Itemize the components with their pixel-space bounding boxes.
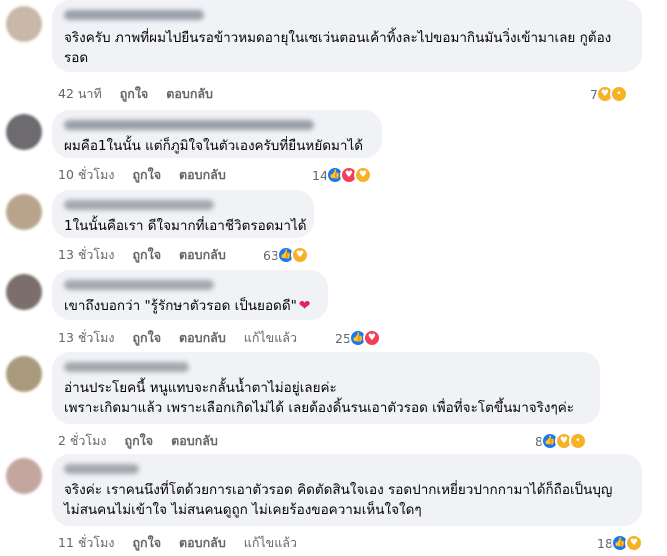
avatar[interactable] xyxy=(6,356,42,392)
care-icon: ♥ xyxy=(624,534,643,552)
comment-text-line: เขาถึงบอกว่า "รู้รักษาตัวรอด เป็นยอดดี" ❤ xyxy=(64,296,316,316)
comment-bubble: 1ในนั้นคือเรา ดีใจมากที่เอาชีวิตรอดมาได้ xyxy=(52,190,314,238)
avatar[interactable] xyxy=(6,114,42,150)
edited-label[interactable]: แก้ไขแล้ว xyxy=(244,328,297,348)
commenter-name-blurred[interactable] xyxy=(64,280,214,290)
reply-button[interactable]: ตอบกลับ xyxy=(179,533,226,553)
comment-bubble: เขาถึงบอกว่า "รู้รักษาตัวรอด เป็นยอดดี" ❤ xyxy=(52,270,328,320)
commenter-name-blurred[interactable] xyxy=(64,362,189,372)
timestamp[interactable]: 13 ชั่วโมง xyxy=(58,245,114,265)
timestamp[interactable]: 2 ชั่วโมง xyxy=(58,431,107,451)
comment-actions: 13 ชั่วโมง ถูกใจ ตอบกลับ xyxy=(58,246,226,264)
comment-bubble: จริงค่ะ เราคนนึงที่โตด้วยการเอาตัวรอด คิ… xyxy=(52,454,642,526)
timestamp[interactable]: 13 ชั่วโมง xyxy=(58,328,114,348)
comment-text-line: 1ในนั้นคือเรา ดีใจมากที่เอาชีวิตรอดมาได้ xyxy=(64,218,307,234)
commenter-name-blurred[interactable] xyxy=(64,200,214,210)
avatar[interactable] xyxy=(6,6,42,42)
sad-icon: • xyxy=(568,432,587,450)
comment-text-line: เพราะเกิดมาแล้ว เพราะเลือกเกิดไม่ได้ เลย… xyxy=(64,400,575,416)
like-button[interactable]: ถูกใจ xyxy=(132,533,161,553)
like-button[interactable]: ถูกใจ xyxy=(132,245,161,265)
edited-label[interactable]: แก้ไขแล้ว xyxy=(244,533,297,553)
timestamp[interactable]: 11 ชั่วโมง xyxy=(58,533,114,553)
comment-actions: 2 ชั่วโมง ถูกใจ ตอบกลับ xyxy=(58,432,218,450)
like-button[interactable]: ถูกใจ xyxy=(120,84,149,104)
like-button[interactable]: ถูกใจ xyxy=(132,165,161,185)
comment-text-line: ไม่สนคนไม่เข้าใจ ไม่สนคนดูถูก ไม่เคยร้อง… xyxy=(64,502,422,518)
avatar[interactable] xyxy=(6,274,42,310)
comment-bubble: จริงครับ ภาพที่ผมไปยืนรอข้าวหมดอายุในเซเ… xyxy=(52,0,642,72)
love-icon: ♥ xyxy=(362,329,381,347)
reaction-summary[interactable]: 63 👍 ♥ xyxy=(263,245,309,265)
reply-button[interactable]: ตอบกลับ xyxy=(179,245,226,265)
heart-icon: ❤ xyxy=(298,298,311,314)
comment-bubble: อ่านประโยคนี้ หนูแทบจะกลั้นน้ำตาไม่อยู่เ… xyxy=(52,352,600,424)
reply-button[interactable]: ตอบกลับ xyxy=(179,165,226,185)
sad-icon: • xyxy=(609,85,628,103)
comment-text-line: รอด xyxy=(64,50,89,66)
reaction-summary[interactable]: 25 👍 ♥ xyxy=(335,328,381,348)
timestamp[interactable]: 42 นาที xyxy=(58,84,102,104)
commenter-name-blurred[interactable] xyxy=(64,120,314,130)
reaction-summary[interactable]: 14 👍 ♥ ♥ xyxy=(312,165,372,185)
comment-text-line: ผมคือ1ในนั้น แต่ก็ภูมิใจในตัวเองครับที่ย… xyxy=(64,138,364,154)
reaction-summary[interactable]: 8 👍 ♥ • xyxy=(535,431,587,451)
avatar[interactable] xyxy=(6,458,42,494)
commenter-name-blurred[interactable] xyxy=(64,464,139,474)
comment-text: เขาถึงบอกว่า "รู้รักษาตัวรอด เป็นยอดดี" xyxy=(64,298,297,314)
care-icon: ♥ xyxy=(290,246,309,264)
comment-bubble: ผมคือ1ในนั้น แต่ก็ภูมิใจในตัวเองครับที่ย… xyxy=(52,110,382,158)
care-icon: ♥ xyxy=(353,166,372,184)
comment-text-line: จริงครับ ภาพที่ผมไปยืนรอข้าวหมดอายุในเซเ… xyxy=(64,30,612,46)
avatar[interactable] xyxy=(6,194,42,230)
comment-actions: 42 นาที ถูกใจ ตอบกลับ xyxy=(58,85,213,103)
reply-button[interactable]: ตอบกลับ xyxy=(171,431,218,451)
comment-actions: 10 ชั่วโมง ถูกใจ ตอบกลับ xyxy=(58,166,226,184)
commenter-name-blurred[interactable] xyxy=(64,10,204,20)
reply-button[interactable]: ตอบกลับ xyxy=(179,328,226,348)
comment-actions: 13 ชั่วโมง ถูกใจ ตอบกลับ แก้ไขแล้ว xyxy=(58,329,297,347)
reaction-summary[interactable]: 7 ♥ • xyxy=(590,84,628,104)
like-button[interactable]: ถูกใจ xyxy=(132,328,161,348)
like-button[interactable]: ถูกใจ xyxy=(125,431,154,451)
comment-text-line: อ่านประโยคนี้ หนูแทบจะกลั้นน้ำตาไม่อยู่เ… xyxy=(64,380,337,396)
reply-button[interactable]: ตอบกลับ xyxy=(166,84,213,104)
timestamp[interactable]: 10 ชั่วโมง xyxy=(58,165,114,185)
reaction-summary[interactable]: 18 👍 ♥ xyxy=(597,533,643,553)
comment-text-line: จริงค่ะ เราคนนึงที่โตด้วยการเอาตัวรอด คิ… xyxy=(64,482,613,498)
comment-actions: 11 ชั่วโมง ถูกใจ ตอบกลับ แก้ไขแล้ว xyxy=(58,534,297,552)
